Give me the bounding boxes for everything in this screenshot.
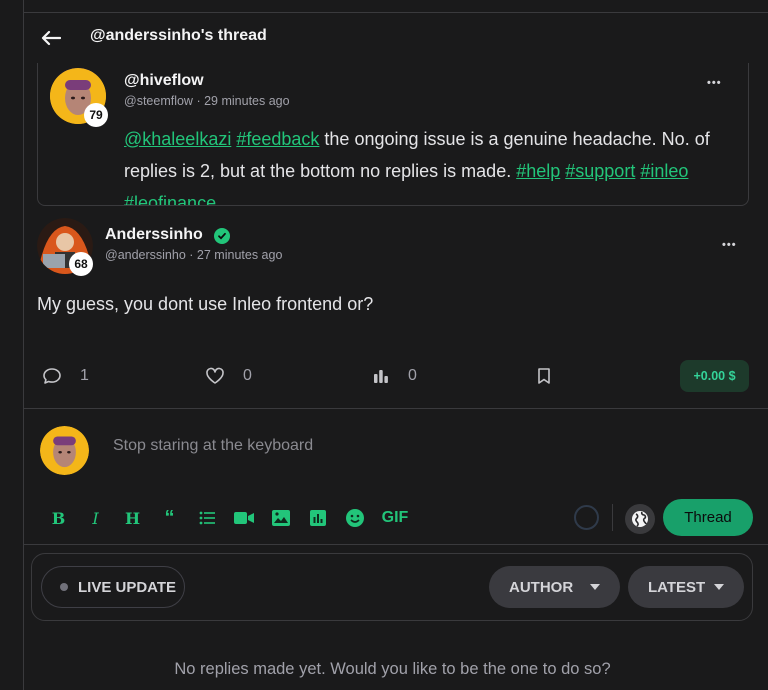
- reward-badge[interactable]: +0.00 $: [680, 360, 749, 392]
- page-title: @anderssinho's thread: [90, 27, 267, 44]
- author-name[interactable]: Anderssinho: [105, 226, 203, 244]
- author-filter-label: AUTHOR: [509, 578, 574, 596]
- sort-label: LATEST: [648, 578, 706, 596]
- divider: [24, 408, 768, 409]
- author-name[interactable]: @hiveflow: [124, 72, 204, 90]
- empty-state-text: No replies made yet. Would you like to b…: [174, 660, 611, 678]
- hashtag-link[interactable]: #support: [565, 161, 635, 181]
- filter-bar: LIVE UPDATE AUTHOR LATEST: [31, 553, 753, 621]
- reputation-badge: 68: [69, 252, 93, 276]
- status-dot-icon: [60, 583, 68, 591]
- live-update-toggle[interactable]: LIVE UPDATE: [41, 566, 185, 608]
- poll-icon[interactable]: [299, 506, 336, 530]
- thread-header: @anderssinho's thread: [24, 13, 768, 63]
- post-time: 29 minutes ago: [204, 94, 290, 108]
- parent-post-body: @khaleelkazi #feedback the ongoing issue…: [124, 123, 740, 205]
- comment-icon: [43, 368, 61, 384]
- meta-separator: ·: [196, 94, 205, 108]
- emoji-icon[interactable]: [336, 506, 373, 530]
- heart-icon: [206, 367, 224, 384]
- hashtag-link[interactable]: #leofinance: [124, 193, 216, 205]
- italic-icon[interactable]: I: [77, 506, 114, 530]
- verified-icon: [214, 228, 230, 244]
- hashtag-link[interactable]: #feedback: [236, 129, 319, 149]
- sort-dropdown[interactable]: LATEST: [628, 566, 744, 608]
- hashtag-link[interactable]: #inleo: [640, 161, 688, 181]
- divider: [24, 544, 768, 545]
- gif-button[interactable]: GIF: [373, 506, 417, 530]
- post-body: My guess, you dont use Inleo frontend or…: [37, 294, 374, 314]
- author-meta: @anderssinho · 27 minutes ago: [105, 248, 282, 262]
- author-handle[interactable]: @anderssinho: [105, 248, 186, 262]
- divider: [612, 504, 613, 531]
- bookmark-button[interactable]: [536, 360, 552, 392]
- like-action[interactable]: 0: [205, 360, 252, 392]
- video-icon[interactable]: [225, 506, 262, 530]
- thread-submit-button[interactable]: Thread: [663, 499, 753, 536]
- more-options-icon[interactable]: •••: [722, 239, 737, 251]
- compose-input[interactable]: Stop staring at the keyboard: [113, 437, 313, 455]
- stats-icon: [374, 370, 388, 383]
- bookmark-icon: [538, 368, 550, 384]
- hashtag-link[interactable]: #help: [516, 161, 560, 181]
- views-action[interactable]: 0: [372, 360, 417, 392]
- chevron-down-icon: [714, 584, 724, 590]
- live-update-label: LIVE UPDATE: [78, 578, 177, 596]
- image-icon[interactable]: [262, 506, 299, 530]
- heading-icon[interactable]: H: [114, 506, 151, 530]
- reply-count: 1: [80, 367, 89, 384]
- more-options-icon[interactable]: •••: [707, 77, 722, 89]
- parent-post-card[interactable]: 79 @hiveflow @steemflow · 29 minutes ago…: [37, 63, 749, 206]
- author-handle[interactable]: @steemflow: [124, 94, 193, 108]
- quote-icon[interactable]: “: [151, 506, 188, 530]
- reply-action[interactable]: 1: [42, 360, 89, 392]
- list-icon[interactable]: [188, 506, 225, 530]
- author-meta: @steemflow · 29 minutes ago: [124, 94, 290, 108]
- post-time: 27 minutes ago: [196, 248, 283, 262]
- chevron-down-icon: [590, 584, 600, 590]
- char-counter-ring: [574, 505, 599, 530]
- view-count: 0: [408, 367, 417, 384]
- mention-link[interactable]: @khaleelkazi: [124, 129, 231, 149]
- reputation-badge: 79: [84, 103, 108, 127]
- globe-icon[interactable]: [625, 504, 655, 534]
- author-filter-dropdown[interactable]: AUTHOR: [489, 566, 620, 608]
- bold-icon[interactable]: B: [40, 506, 77, 530]
- back-arrow-icon[interactable]: [40, 27, 62, 49]
- like-count: 0: [243, 367, 252, 384]
- meta-separator: ·: [189, 248, 197, 262]
- avatar: [40, 426, 89, 475]
- formatting-toolbar: B I H “ GIF: [40, 506, 417, 530]
